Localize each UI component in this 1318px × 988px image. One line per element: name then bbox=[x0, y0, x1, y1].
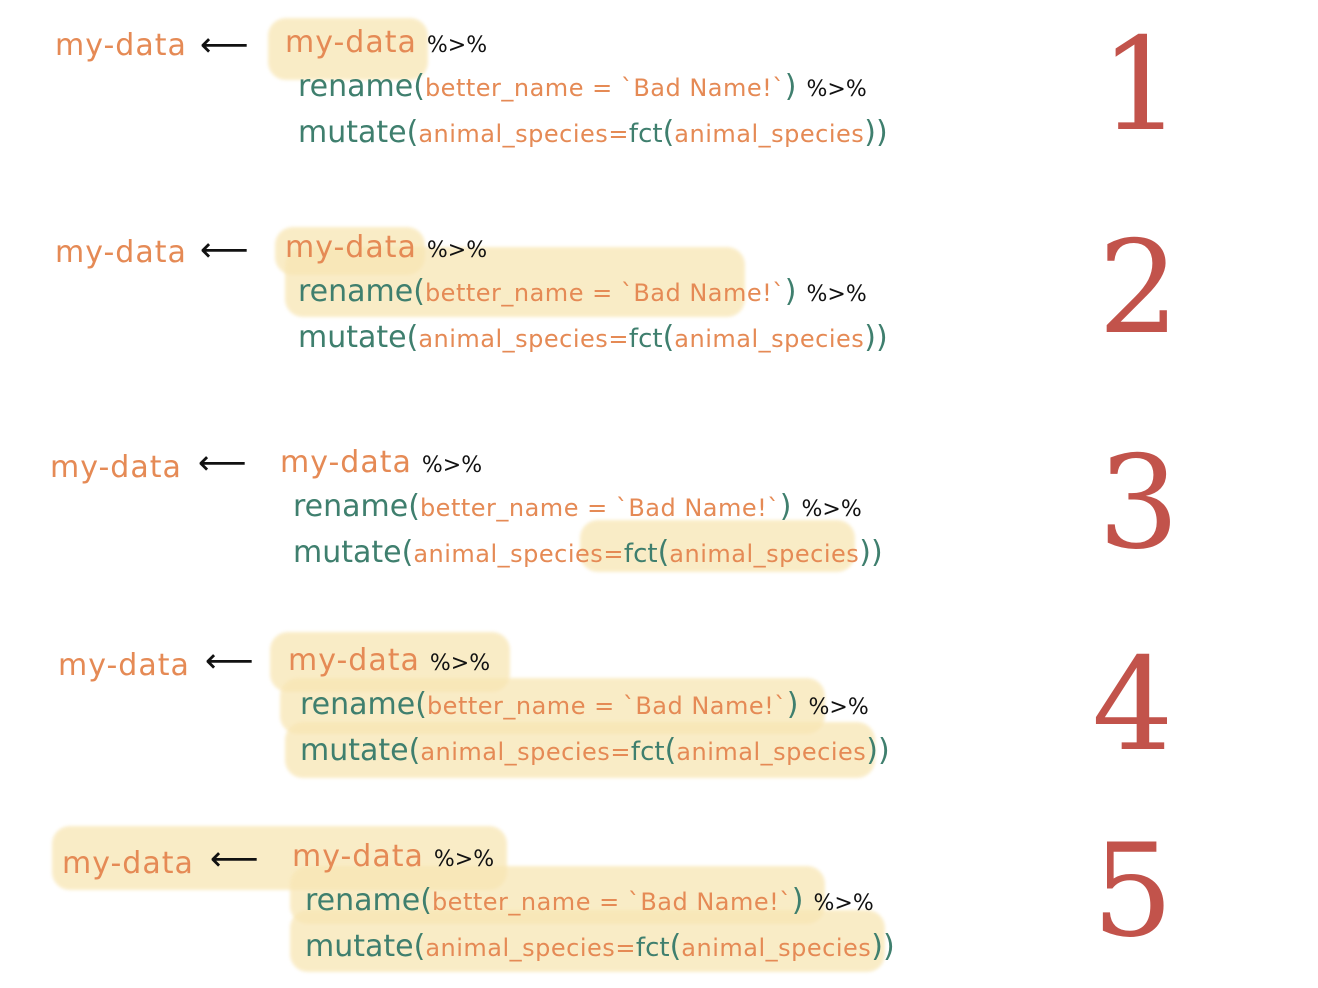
code-line-source: my-data %>% bbox=[285, 28, 487, 58]
mutate-inner: animal_species bbox=[669, 540, 860, 568]
assign-arrow-icon: ⟵ bbox=[200, 230, 249, 270]
code-line-source: my-data %>% bbox=[292, 842, 494, 872]
pipe-operator: %>% bbox=[433, 847, 495, 872]
mutate-lhs: animal_species bbox=[418, 120, 609, 148]
pipe-operator: %>% bbox=[806, 282, 867, 307]
fct-function: fct bbox=[628, 324, 663, 354]
fct-function: fct bbox=[635, 933, 670, 963]
fct-function: fct bbox=[630, 737, 665, 767]
code-line-rename: rename(better_name = `Bad Name!`) %>% bbox=[293, 489, 862, 524]
rename-arguments: better_name = `Bad Name!` bbox=[424, 279, 785, 307]
assign-arrow-icon: ⟵ bbox=[198, 443, 247, 483]
mutate-lhs: animal_species bbox=[425, 934, 616, 962]
pipe-operator: %>% bbox=[429, 651, 491, 676]
rename-function: rename bbox=[298, 274, 414, 309]
mutate-lhs: animal_species bbox=[420, 738, 611, 766]
pipe-operator: %>% bbox=[426, 33, 488, 58]
code-line-mutate: mutate(animal_species=fct(animal_species… bbox=[293, 535, 883, 570]
code-line-source: my-data %>% bbox=[285, 233, 487, 263]
step-row-4: my-data ⟵ my-data %>% rename(better_name … bbox=[0, 618, 1318, 808]
source-data: my-data bbox=[288, 643, 420, 678]
fct-function: fct bbox=[623, 539, 658, 569]
code-line-rename: rename(better_name = `Bad Name!`) %>% bbox=[305, 883, 874, 918]
source-data: my-data bbox=[285, 25, 417, 60]
target-variable: my-data bbox=[50, 450, 182, 485]
mutate-function: mutate bbox=[293, 535, 402, 570]
code-line-mutate: mutate(animal_species=fct(animal_species… bbox=[300, 733, 890, 768]
mutate-inner: animal_species bbox=[674, 120, 865, 148]
rename-function: rename bbox=[293, 489, 409, 524]
mutate-inner: animal_species bbox=[674, 325, 865, 353]
rename-arguments: better_name = `Bad Name!` bbox=[424, 74, 785, 102]
rename-function: rename bbox=[305, 883, 421, 918]
target-variable: my-data bbox=[55, 235, 187, 270]
pipe-operator: %>% bbox=[426, 238, 488, 263]
pipe-operator: %>% bbox=[421, 453, 483, 478]
target-variable: my-data bbox=[55, 28, 187, 63]
fct-function: fct bbox=[628, 119, 663, 149]
assign-arrow-icon: ⟵ bbox=[210, 839, 259, 879]
mutate-function: mutate bbox=[298, 115, 407, 150]
step-number: 5 bbox=[1092, 817, 1174, 966]
rename-arguments: better_name = `Bad Name!` bbox=[419, 494, 780, 522]
rename-function: rename bbox=[300, 687, 416, 722]
code-line-mutate: mutate(animal_species=fct(animal_species… bbox=[305, 929, 895, 964]
code-line-source: my-data %>% bbox=[280, 448, 482, 478]
pipe-operator: %>% bbox=[806, 77, 867, 102]
mutate-lhs: animal_species bbox=[418, 325, 609, 353]
source-data: my-data bbox=[280, 445, 412, 480]
target-variable: my-data bbox=[62, 846, 194, 881]
step-number: 4 bbox=[1092, 631, 1174, 780]
pipe-operator: %>% bbox=[801, 497, 862, 522]
mutate-function: mutate bbox=[305, 929, 414, 964]
mutate-inner: animal_species bbox=[681, 934, 872, 962]
mutate-inner: animal_species bbox=[676, 738, 867, 766]
source-data: my-data bbox=[292, 839, 424, 874]
step-row-5: my-data ⟵ my-data %>% rename(better_name … bbox=[0, 798, 1318, 988]
pipe-operator: %>% bbox=[813, 891, 874, 916]
mutate-function: mutate bbox=[300, 733, 409, 768]
step-number: 1 bbox=[1100, 11, 1182, 160]
step-number: 2 bbox=[1098, 214, 1180, 363]
step-row-2: my-data ⟵ my-data %>% rename(better_name … bbox=[0, 205, 1318, 395]
code-line-rename: rename(better_name = `Bad Name!`) %>% bbox=[300, 687, 869, 722]
assign-arrow-icon: ⟵ bbox=[200, 25, 249, 65]
rename-function: rename bbox=[298, 69, 414, 104]
code-line-mutate: mutate(animal_species=fct(animal_species… bbox=[298, 320, 888, 355]
rename-arguments: better_name = `Bad Name!` bbox=[426, 692, 787, 720]
step-row-1: my-data ⟵ my-data %>% rename(better_name … bbox=[0, 0, 1318, 190]
assign-arrow-icon: ⟵ bbox=[205, 641, 254, 681]
mutate-lhs: animal_species bbox=[413, 540, 604, 568]
target-variable: my-data bbox=[58, 648, 190, 683]
code-line-source: my-data %>% bbox=[288, 646, 490, 676]
rename-arguments: better_name = `Bad Name!` bbox=[431, 888, 792, 916]
mutate-function: mutate bbox=[298, 320, 407, 355]
step-row-3: my-data ⟵ my-data %>% rename(better_name … bbox=[0, 420, 1318, 610]
code-line-rename: rename(better_name = `Bad Name!`) %>% bbox=[298, 274, 867, 309]
step-number: 3 bbox=[1098, 429, 1180, 578]
code-line-mutate: mutate(animal_species=fct(animal_species… bbox=[298, 115, 888, 150]
code-line-rename: rename(better_name = `Bad Name!`) %>% bbox=[298, 69, 867, 104]
source-data: my-data bbox=[285, 230, 417, 265]
pipe-operator: %>% bbox=[808, 695, 869, 720]
